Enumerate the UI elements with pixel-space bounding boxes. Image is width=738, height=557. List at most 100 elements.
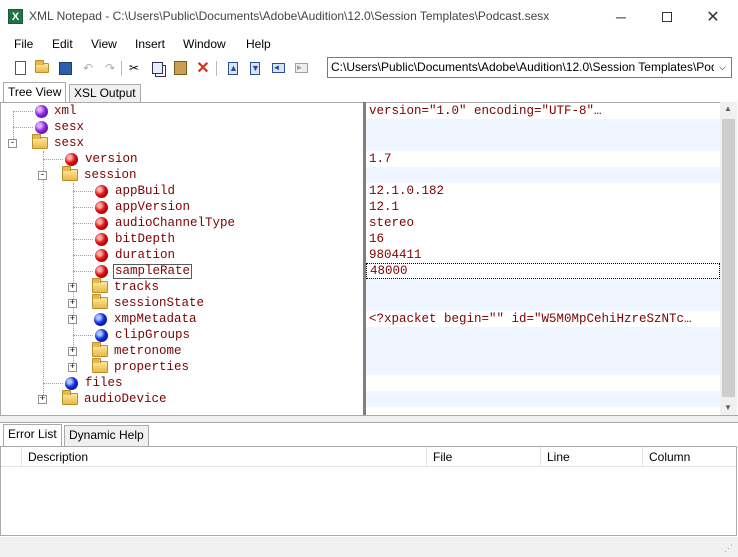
minimize-icon: ─ [616,8,626,25]
tree-connector [13,111,33,112]
cut-icon: ✂ [128,61,140,75]
tab-tree-view[interactable]: Tree View [3,82,67,103]
tree-node-files[interactable]: files [65,375,123,391]
scroll-up-icon[interactable]: ▲ [724,104,732,113]
tab-error-list[interactable]: Error List [3,424,62,446]
paste-button[interactable] [171,59,189,77]
value-cell[interactable]: stereo [366,215,720,231]
row-header-column [1,447,22,467]
expand-icon[interactable]: + [68,362,77,372]
menu-help[interactable]: Help [246,37,271,51]
tree-node-clipgroups[interactable]: clipGroups [95,327,190,343]
open-folder-icon [35,60,49,73]
value-cell[interactable]: version="1.0" encoding="UTF-8"… [366,103,720,119]
column-header-description[interactable]: Description [22,447,427,467]
value-cell[interactable]: <?xpacket begin="" id="W5M0MpCehiHzreSzN… [366,311,720,327]
nudge-down-button[interactable]: ▼ [246,59,264,77]
value-cell[interactable]: 1.7 [366,151,720,167]
tree-node-version[interactable]: version [65,151,138,167]
tree-node-duration[interactable]: duration [95,247,175,263]
toolbar-separator [216,61,217,76]
cut-button[interactable]: ✂ [125,59,143,77]
expand-icon[interactable]: + [68,346,77,356]
nudge-right-button[interactable]: ► [292,59,310,77]
tree-node-sessionstate[interactable]: + sessionState [68,294,204,311]
value-cell[interactable]: 16 [366,231,720,247]
tree-node-metronome[interactable]: + metronome [68,342,182,359]
tree-connector [73,207,93,208]
tab-xsl-output[interactable]: XSL Output [69,84,141,102]
tree-node-label: xmpMetadata [114,312,197,326]
value-cell[interactable] [366,375,720,391]
expand-icon[interactable]: + [38,394,47,404]
tree-node-properties[interactable]: + properties [68,358,189,375]
tree-node-xml[interactable]: xml [35,103,77,119]
tree-node-samplerate[interactable]: sampleRate [95,263,193,279]
value-cell[interactable] [366,327,720,375]
redo-button[interactable]: ↷ [101,59,119,77]
expand-icon[interactable]: + [68,298,77,308]
value-cell[interactable] [366,391,720,407]
tree-node-tracks[interactable]: + tracks [68,278,159,295]
tree-connector [73,271,93,272]
tree-node-bitdepth[interactable]: bitDepth [95,231,175,247]
tree-node-label: appBuild [115,184,176,198]
tree-node-xmpmetadata[interactable]: + xmpMetadata [68,311,197,327]
toolbar-separator [121,61,122,76]
horizontal-splitter[interactable] [0,415,738,423]
minimize-button[interactable]: ─ [598,0,644,33]
tree-node-appbuild[interactable]: appBuild [95,183,175,199]
element-icon [94,312,107,326]
chevron-down-icon[interactable]: ⌵ [714,58,731,77]
attribute-icon [65,152,78,166]
value-cell[interactable] [366,119,720,151]
undo-button[interactable]: ↶ [79,59,97,77]
menu-insert[interactable]: Insert [135,37,165,51]
nudge-up-button[interactable]: ▲ [224,59,242,77]
attribute-icon [95,264,108,278]
value-cell-selected[interactable]: 48000 [366,263,720,279]
nudge-left-icon: ◄ [271,63,285,73]
nudge-left-button[interactable]: ◄ [269,59,287,77]
resize-grip-icon[interactable]: ⋰ [724,543,733,554]
copy-icon [151,62,163,74]
tree-node-sesx-pi[interactable]: sesx [35,119,84,135]
tree-node-sesx[interactable]: - sesx [8,134,84,151]
tab-dynamic-help[interactable]: Dynamic Help [64,425,149,446]
attribute-icon [95,248,108,262]
tree-node-audiodevice[interactable]: + audioDevice [38,390,167,407]
tree-node-audiochanneltype[interactable]: audioChannelType [95,215,235,231]
value-cell[interactable]: 12.1.0.182 [366,183,720,199]
column-header-file[interactable]: File [427,447,541,467]
new-file-button[interactable] [11,59,29,77]
column-header-line[interactable]: Line [541,447,643,467]
tree-node-appversion[interactable]: appVersion [95,199,190,215]
folder-icon [92,294,108,309]
menu-window[interactable]: Window [183,37,226,51]
collapse-icon[interactable]: - [38,170,47,180]
expand-icon[interactable]: + [68,282,77,292]
open-file-button[interactable] [33,59,51,77]
copy-button[interactable] [148,59,166,77]
menu-file[interactable]: File [14,37,33,51]
menu-edit[interactable]: Edit [52,37,73,51]
tree-connector [13,127,33,128]
scroll-down-icon[interactable]: ▼ [724,403,732,412]
expand-icon[interactable]: + [68,314,77,324]
collapse-icon[interactable]: - [8,138,17,148]
maximize-icon [662,11,672,22]
value-cell[interactable]: 9804411 [366,247,720,263]
value-cell[interactable]: 12.1 [366,199,720,215]
save-button[interactable] [56,59,74,77]
nudge-up-icon: ▲ [228,61,238,75]
location-combobox[interactable]: C:\Users\Public\Documents\Adobe\Audition… [327,57,732,78]
value-cell[interactable] [366,279,720,311]
tree-node-session[interactable]: - session [38,166,137,183]
delete-button[interactable]: ✕ [194,59,212,77]
menu-view[interactable]: View [91,37,117,51]
close-button[interactable]: ✕ [690,0,736,33]
value-cell[interactable] [366,167,720,183]
column-header-column[interactable]: Column [643,447,736,467]
scrollbar-thumb[interactable] [722,119,735,397]
maximize-button[interactable] [644,0,690,33]
